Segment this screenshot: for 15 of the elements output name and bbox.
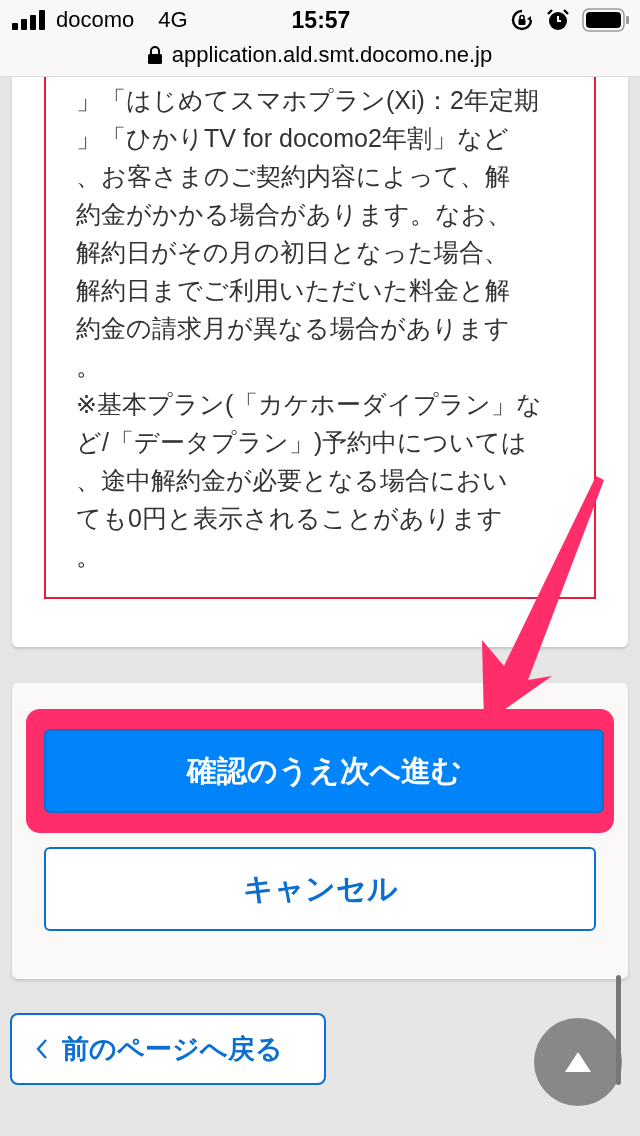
cancel-button[interactable]: キャンセル [44,847,596,931]
lock-icon [147,46,162,64]
triangle-up-icon [565,1052,591,1072]
url-text[interactable]: application.ald.smt.docomo.ne.jp [171,42,493,68]
notice-text: 」「はじめてスマホプラン(Xi)：2年定期 」「ひかりTV for docomo2年割」など 、お客さまのご契約内容によって、解 約金がかかる場合があります。なお、 解約日がその月の初日となった場合、 解約日までご利用いただいた料金と解 約金の請求月が異なる場合があります 。 ※基本プラン(「カケホーダイプラン」な ど/「データプラン」)予約中については 、途中解約金が必要となる場合におい ても0円と表示されることがあります 。 [76,85,544,572]
signal-icon [12,10,46,30]
rotation-lock-icon [510,8,534,32]
back-button[interactable]: 前のページへ戻る [10,1013,326,1085]
chevron-left-icon [36,1038,48,1060]
battery-icon [582,8,630,32]
carrier-name: docomo [56,7,135,33]
network-type: 4G [158,7,188,33]
clock-time: 15:57 [291,6,351,34]
alarm-icon [546,8,570,32]
next-button[interactable]: 確認のうえ次へ進む [44,729,604,813]
